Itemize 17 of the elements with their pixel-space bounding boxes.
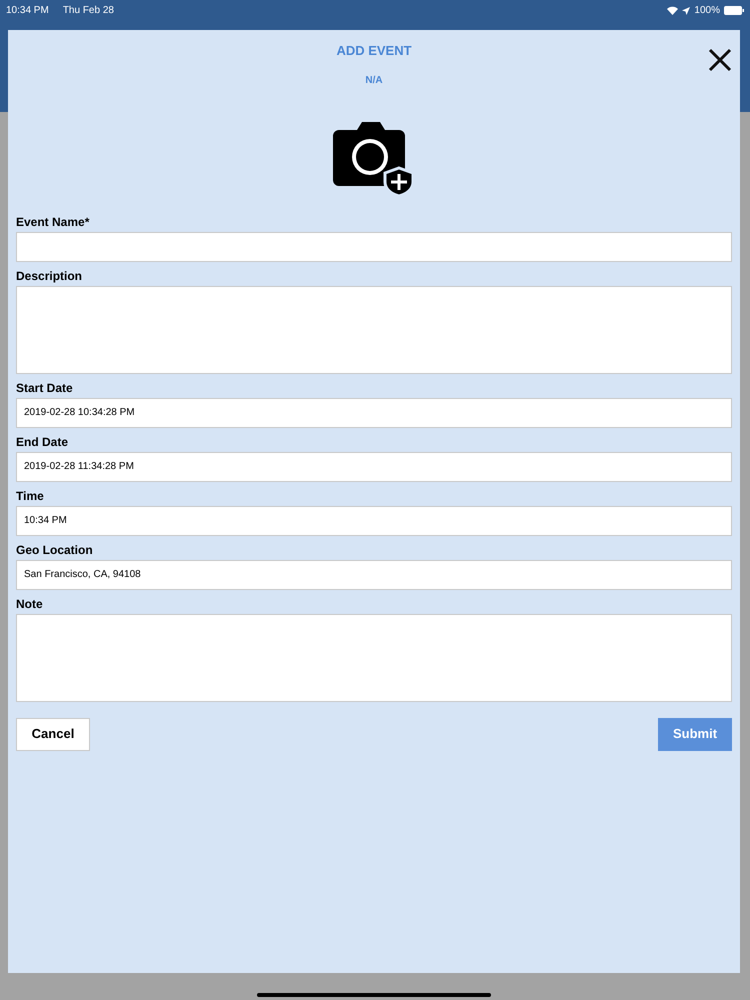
field-label: Event Name*: [16, 214, 90, 230]
field-label: Time: [16, 488, 45, 504]
field-label: Note: [16, 596, 44, 612]
input-field[interactable]: 10:34 PM: [16, 506, 732, 536]
field-label: Description: [16, 268, 84, 284]
input-field[interactable]: 2019-02-28 11:34:28 PM: [16, 452, 732, 482]
input-field[interactable]: San Francisco, CA, 94108: [16, 560, 732, 590]
field-label: Geo Location: [16, 542, 94, 558]
dialog-title: ADD EVENT: [336, 42, 412, 60]
field-label: Start Date: [16, 380, 74, 396]
cancel-button[interactable]: Cancel: [16, 718, 90, 750]
input-field[interactable]: 2019-02-28 10:34:28 PM: [16, 398, 732, 428]
status-time: 10:34 PM: [6, 4, 49, 18]
status-date: Thu Feb 28: [62, 4, 114, 18]
battery-percentage: 100%: [694, 4, 720, 18]
dialog-subtitle: N/A: [365, 74, 383, 88]
field-label: End Date: [16, 434, 70, 450]
